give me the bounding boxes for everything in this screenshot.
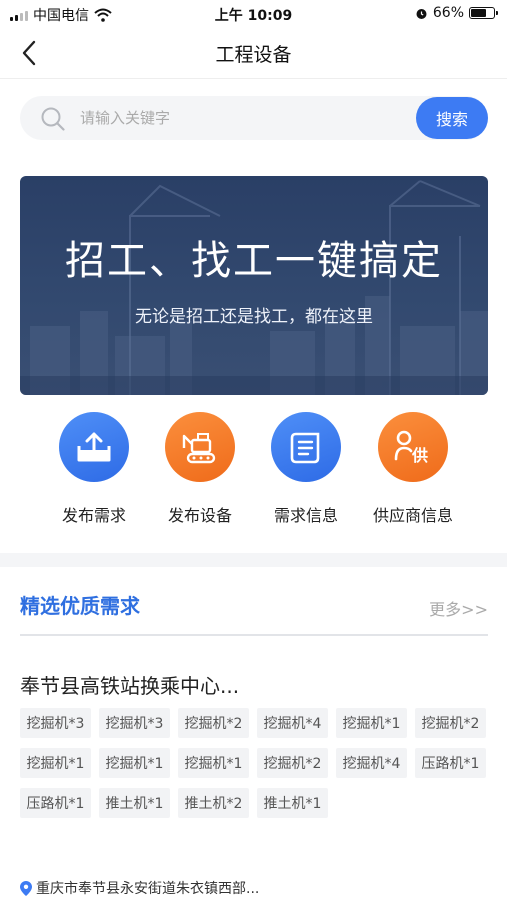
featured-header: 精选优质需求 更多>> xyxy=(20,588,488,628)
quick-action-icon-bg xyxy=(165,412,235,482)
battery-percent: 66% xyxy=(432,5,464,21)
search-bar: 搜索 xyxy=(20,96,488,140)
demand-location: 重庆市奉节县永安街道朱衣镇西部... xyxy=(20,878,259,898)
quick-action-label: 需求信息 xyxy=(273,506,338,525)
quick-action-label: 供应商信息 xyxy=(372,506,453,525)
nav-divider xyxy=(0,78,507,79)
supplier-icon: 供 xyxy=(394,430,428,465)
equipment-tag: 挖掘机*2 xyxy=(415,708,486,738)
carrier-label: 中国电信 xyxy=(33,8,89,24)
equipment-tag: 挖掘机*1 xyxy=(99,748,170,778)
signal-icon xyxy=(10,9,28,21)
equipment-tag: 推土机*1 xyxy=(99,788,170,818)
battery-icon xyxy=(469,7,498,19)
promo-banner[interactable]: 招工、找工一键搞定 无论是招工还是找工，都在这里 xyxy=(20,176,488,395)
scroll-icon xyxy=(290,432,320,464)
demand-title[interactable]: 奉节县高铁站换乘中心... xyxy=(20,670,239,699)
status-right: 66% xyxy=(415,5,498,21)
search-input[interactable] xyxy=(80,96,410,140)
search-icon xyxy=(41,107,65,131)
svg-text:供: 供 xyxy=(411,446,428,465)
quick-action-label: 发布设备 xyxy=(167,506,232,525)
quick-actions: 发布需求 发布设备 需求信息 供 供应商信息 xyxy=(0,412,507,532)
search-button[interactable]: 搜索 xyxy=(416,97,488,139)
featured-underline xyxy=(20,634,488,636)
equipment-tag: 推土机*1 xyxy=(257,788,328,818)
more-link[interactable]: 更多>> xyxy=(429,596,488,620)
equipment-tag: 挖掘机*1 xyxy=(20,748,91,778)
equipment-tag: 推土机*2 xyxy=(178,788,249,818)
location-pin-icon xyxy=(20,880,32,896)
featured-title: 精选优质需求 xyxy=(20,594,140,618)
section-divider xyxy=(0,553,507,567)
equipment-tag: 挖掘机*3 xyxy=(99,708,170,738)
quick-action-icon-bg xyxy=(271,412,341,482)
equipment-tag: 压路机*1 xyxy=(415,748,486,778)
equipment-tag: 挖掘机*1 xyxy=(178,748,249,778)
equipment-tag: 挖掘机*4 xyxy=(336,748,407,778)
location-text: 重庆市奉节县永安街道朱衣镇西部... xyxy=(36,881,260,897)
equipment-tags: 挖掘机*3 挖掘机*3 挖掘机*2 挖掘机*4 挖掘机*1 挖掘机*2 挖掘机*… xyxy=(20,708,490,818)
equipment-tag: 挖掘机*2 xyxy=(257,748,328,778)
status-bar: 中国电信 上午 10:09 66% xyxy=(0,0,507,28)
equipment-tag: 挖掘机*2 xyxy=(178,708,249,738)
quick-action-publish-equipment[interactable]: 发布设备 xyxy=(145,412,255,526)
quick-action-icon-bg xyxy=(59,412,129,482)
page-title: 工程设备 xyxy=(215,44,292,66)
equipment-tag: 挖掘机*4 xyxy=(257,708,328,738)
banner-title: 招工、找工一键搞定 xyxy=(65,238,443,284)
banner-subtitle: 无论是招工还是找工，都在这里 xyxy=(135,307,373,327)
excavator-icon xyxy=(182,433,216,464)
quick-action-publish-demand[interactable]: 发布需求 xyxy=(39,412,149,526)
equipment-tag: 压路机*1 xyxy=(20,788,91,818)
alarm-icon xyxy=(416,8,427,19)
status-left: 中国电信 xyxy=(10,5,112,25)
nav-bar: 工程设备 xyxy=(0,28,507,78)
wifi-icon xyxy=(94,8,112,22)
equipment-tag: 挖掘机*1 xyxy=(336,708,407,738)
quick-action-icon-bg: 供 xyxy=(378,412,448,482)
quick-action-label: 发布需求 xyxy=(61,506,126,525)
quick-action-demand-info[interactable]: 需求信息 xyxy=(251,412,361,526)
quick-action-supplier-info[interactable]: 供 供应商信息 xyxy=(358,412,468,526)
chevron-left-icon xyxy=(22,40,36,66)
upload-icon xyxy=(77,432,111,462)
equipment-tag: 挖掘机*3 xyxy=(20,708,91,738)
back-button[interactable] xyxy=(14,38,44,68)
